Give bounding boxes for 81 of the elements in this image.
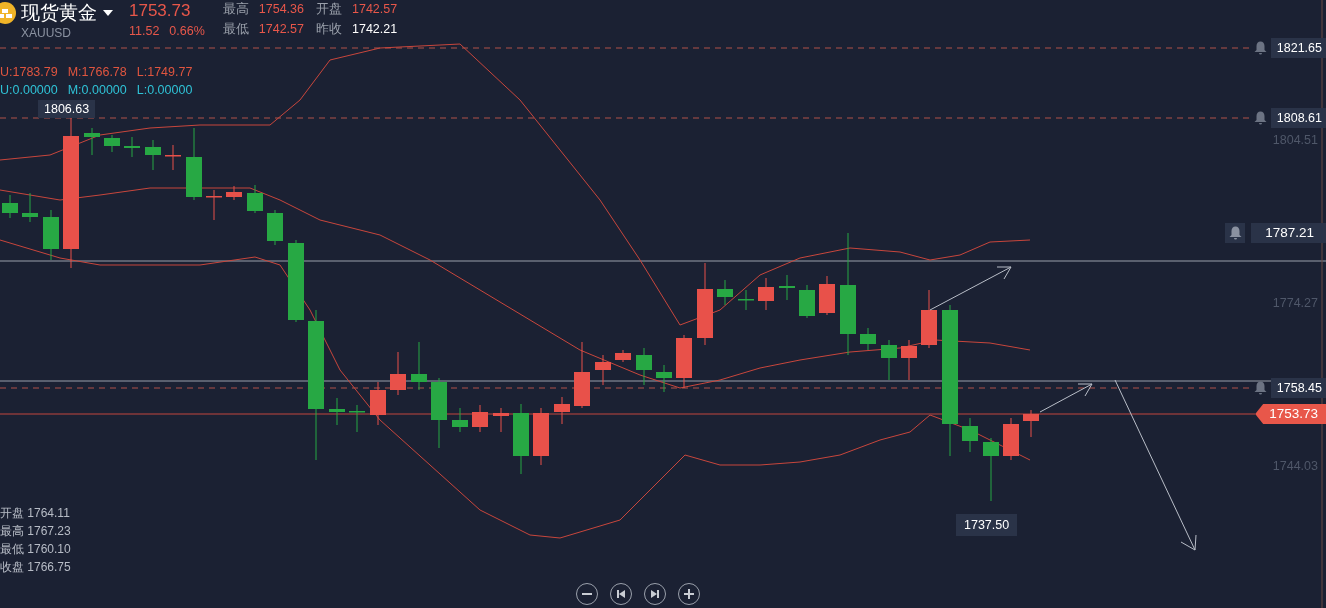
alert-price-tag: 1758.45 xyxy=(1270,378,1326,398)
instrument-name[interactable]: 现货黄金 xyxy=(21,1,97,25)
candlestick xyxy=(1003,417,1019,461)
ohlc-summary-line: 最低 1760.10 xyxy=(0,542,71,556)
instrument-symbol: XAUUSD xyxy=(21,25,72,41)
candlestick xyxy=(226,185,242,201)
ohlc-summary-line: 最高 1767.23 xyxy=(0,524,71,538)
alert-price-tag: 1787.21 xyxy=(1251,223,1326,243)
candlestick xyxy=(962,417,978,453)
candlestick xyxy=(431,377,447,449)
candlestick xyxy=(636,347,652,386)
candlestick xyxy=(104,134,120,153)
candlestick xyxy=(390,351,406,396)
stat-label: 开盘 xyxy=(316,1,342,17)
candlestick xyxy=(2,194,18,219)
bell-icon[interactable] xyxy=(1253,381,1267,395)
stat-label: 最低 xyxy=(222,21,249,37)
candlestick xyxy=(43,209,59,261)
candlestick xyxy=(84,127,100,156)
candlestick xyxy=(676,334,692,389)
stat-label: 昨收 xyxy=(316,21,342,37)
bell-button[interactable] xyxy=(1225,223,1246,243)
candlestick xyxy=(513,403,529,475)
stat-value: 1742.57 xyxy=(352,1,398,17)
candlestick xyxy=(452,407,468,433)
indicator-value: M:1766.78 xyxy=(67,65,127,79)
stat-value: 1742.21 xyxy=(352,21,398,37)
candlestick xyxy=(472,404,488,433)
stat-value: 1742.57 xyxy=(258,21,304,37)
bell-icon[interactable] xyxy=(1253,111,1267,125)
indicator-value: L:0.00000 xyxy=(136,83,193,97)
candlestick xyxy=(758,277,774,311)
stat-value: 1754.36 xyxy=(258,1,304,17)
candlestick xyxy=(411,341,427,391)
percent-change: 0.66% xyxy=(169,23,205,40)
candlestick xyxy=(738,289,754,311)
ohlc-summary-line: 开盘 1764.11 xyxy=(0,506,71,520)
candlestick xyxy=(533,407,549,466)
candlestick xyxy=(22,192,38,223)
candlestick xyxy=(779,274,795,301)
candlestick xyxy=(267,209,283,246)
candlestick xyxy=(595,354,611,386)
candlestick xyxy=(819,275,835,316)
price-change: 11.52 xyxy=(129,23,160,40)
ohlc-summary-line: 收盘 1766.75 xyxy=(0,560,71,574)
indicator-value: L:1749.77 xyxy=(136,65,193,79)
candlestick xyxy=(145,139,161,171)
candlestick xyxy=(656,364,672,393)
trend-arrow xyxy=(1039,383,1093,413)
candlestick xyxy=(901,339,917,381)
candlestick xyxy=(574,341,590,409)
current-price: 1753.73 xyxy=(129,1,192,21)
candlestick xyxy=(860,327,876,351)
logo-icon xyxy=(0,2,16,24)
candlestick xyxy=(1023,409,1039,438)
stat-label: 最高 xyxy=(222,1,249,17)
candlestick xyxy=(206,189,222,221)
low-price-label: 1737.50 xyxy=(956,514,1018,536)
indicator-value: U:1783.79 xyxy=(0,65,58,79)
candlestick xyxy=(799,284,815,319)
candlestick xyxy=(165,144,181,171)
candlestick xyxy=(349,404,365,433)
candlestick xyxy=(329,397,345,426)
dropdown-caret-icon[interactable] xyxy=(103,10,113,16)
candlestick xyxy=(717,279,733,306)
candlestick xyxy=(124,136,140,158)
indicator-value: U:0.00000 xyxy=(0,83,58,97)
candlestick xyxy=(493,407,509,433)
alert-price-tag: 1821.65 xyxy=(1270,38,1326,58)
candlestick xyxy=(370,381,386,426)
bell-icon[interactable] xyxy=(1253,41,1267,55)
candlestick xyxy=(554,396,570,425)
high-price-label: 1806.63 xyxy=(38,100,96,118)
candlestick xyxy=(881,339,897,381)
current-price-tag: 1753.73 xyxy=(1255,404,1326,424)
candlestick xyxy=(983,437,999,502)
candlestick xyxy=(921,289,937,349)
candlestick xyxy=(247,184,263,214)
indicator-value: M:0.00000 xyxy=(67,83,127,97)
candlestick xyxy=(615,349,631,363)
alert-price-tag: 1808.61 xyxy=(1270,108,1326,128)
